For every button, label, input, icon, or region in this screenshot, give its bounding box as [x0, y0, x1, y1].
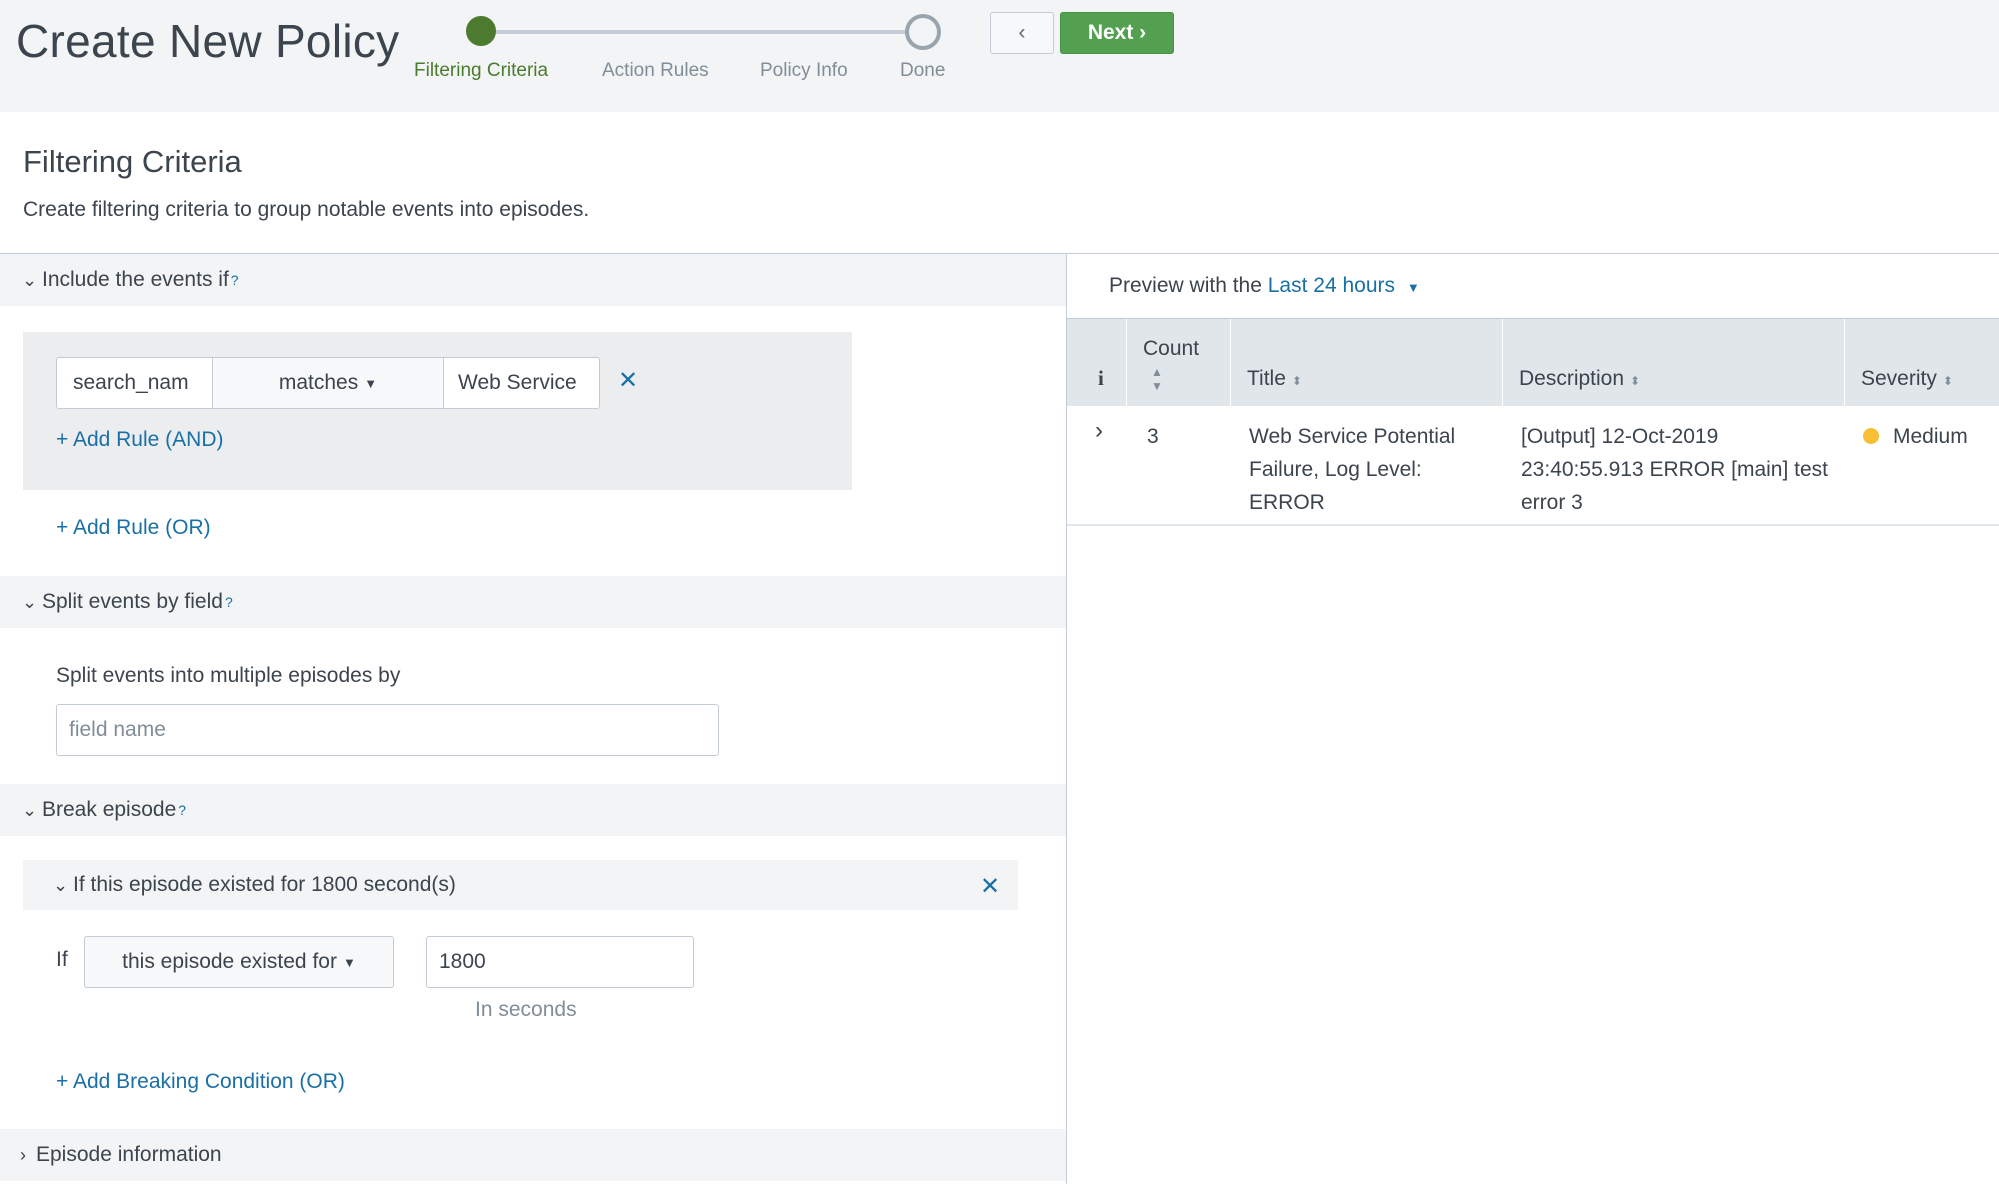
rule-value-input[interactable]: Web Service [443, 357, 600, 409]
row-severity-label: Medium [1893, 425, 1968, 448]
step-dot-filtering-criteria[interactable] [466, 16, 496, 46]
close-icon[interactable]: ✕ [980, 872, 1000, 901]
row-severity: Medium [1863, 420, 1968, 453]
section-title: Filtering Criteria [23, 144, 242, 179]
expand-row-icon[interactable]: › [1095, 414, 1103, 447]
add-breaking-condition-button[interactable]: + Add Breaking Condition (OR) [56, 1070, 345, 1094]
rule-operator-label: matches [278, 371, 359, 394]
sort-icon: ⬍ [1630, 374, 1641, 388]
step-label-done[interactable]: Done [900, 60, 945, 82]
next-button[interactable]: Next › [1060, 12, 1174, 54]
break-episode-title: Break episode [42, 798, 177, 821]
help-icon[interactable]: ? [178, 802, 186, 818]
split-events-label: Split events into multiple episodes by [56, 664, 401, 687]
time-range-picker[interactable]: Last 24 hours ▼ [1268, 274, 1420, 297]
chevron-down-icon: ⌄ [53, 874, 69, 895]
step-dot-done[interactable] [905, 14, 941, 50]
help-icon[interactable]: ? [225, 594, 233, 610]
breaking-condition-title: If this episode existed for 1800 second(… [73, 873, 456, 896]
duration-input[interactable] [426, 936, 694, 988]
preview-panel: Preview with the Last 24 hours ▼ i Count… [1067, 254, 1999, 1184]
chevron-down-icon: ⌄ [22, 799, 38, 820]
split-events-header[interactable]: ⌄ Split events by field ? [0, 576, 1066, 628]
column-info: i [1067, 319, 1127, 407]
preview-prefix: Preview with the [1109, 274, 1262, 297]
add-rule-and-button[interactable]: + Add Rule (AND) [56, 428, 224, 452]
column-title-label: Title ⬍ [1247, 367, 1302, 390]
step-label-filtering-criteria[interactable]: Filtering Criteria [414, 60, 548, 82]
break-episode-header[interactable]: ⌄ Break episode ? [0, 784, 1066, 836]
if-label: If [56, 948, 68, 971]
chevron-down-icon: ⌄ [22, 591, 38, 612]
info-icon: i [1098, 366, 1104, 390]
add-rule-or-button[interactable]: + Add Rule (OR) [56, 516, 211, 540]
column-severity-label: Severity ⬍ [1861, 367, 1953, 390]
row-count: 3 [1147, 425, 1159, 448]
column-description[interactable]: Description ⬍ [1503, 319, 1845, 407]
split-field-input[interactable] [56, 704, 719, 756]
wizard-stepper: Filtering Criteria Action Rules Policy I… [400, 8, 960, 98]
column-count-label: Count [1143, 337, 1200, 360]
step-label-action-rules[interactable]: Action Rules [602, 60, 709, 82]
criteria-panel: ⌄ Include the events if ? search_nam mat… [0, 254, 1066, 1184]
split-events-title: Split events by field [42, 590, 223, 613]
column-description-label: Description ⬍ [1519, 367, 1641, 390]
preview-range-row: Preview with the Last 24 hours ▼ [1109, 274, 1420, 298]
time-range-label: Last 24 hours [1267, 274, 1396, 297]
condition-type-select[interactable]: this episode existed for ▼ [84, 936, 394, 988]
page-title: Create New Policy [16, 15, 400, 67]
rule-operator-select[interactable]: matches ▼ [212, 357, 444, 409]
severity-dot [1863, 428, 1879, 444]
duration-hint: In seconds [475, 998, 577, 1021]
episode-information-title: Episode information [36, 1143, 222, 1166]
step-label-policy-info[interactable]: Policy Info [760, 60, 848, 82]
include-events-header[interactable]: ⌄ Include the events if ? [0, 254, 1066, 306]
sort-icon[interactable]: ▲ ▼ [1151, 365, 1163, 393]
include-events-title: Include the events if [42, 268, 229, 291]
episode-information-header[interactable]: › Episode information [0, 1129, 1066, 1181]
preview-table-header: i Count ▲ ▼ Title ⬍ Description ⬍ Severity ⬍ [1067, 318, 1999, 407]
breaking-condition-header[interactable]: ⌄ If this episode existed for 1800 secon… [23, 860, 1018, 910]
section-description: Create filtering criteria to group notab… [23, 198, 590, 221]
column-count[interactable]: Count ▲ ▼ [1127, 319, 1231, 407]
caret-down-icon: ▼ [364, 375, 378, 391]
row-description: [Output] 12-Oct-2019 23:40:55.913 ERROR … [1521, 425, 1828, 514]
column-title[interactable]: Title ⬍ [1231, 319, 1503, 407]
table-row[interactable]: › 3 Web Service Potential Failure, Log L… [1067, 406, 1999, 526]
caret-down-icon: ▼ [342, 954, 356, 970]
row-title: Web Service Potential Failure, Log Level… [1249, 425, 1456, 514]
page-header: Create New Policy Filtering Criteria Act… [0, 0, 1999, 112]
close-icon[interactable]: ✕ [618, 366, 638, 395]
chevron-down-icon: ⌄ [22, 269, 38, 290]
column-severity[interactable]: Severity ⬍ [1845, 319, 1999, 407]
caret-down-icon: ▼ [1406, 280, 1420, 295]
sort-icon: ⬍ [1942, 374, 1953, 388]
chevron-left-icon: ‹ [1018, 21, 1026, 44]
help-icon[interactable]: ? [231, 272, 239, 288]
stepper-track [480, 30, 925, 34]
sort-icon: ⬍ [1291, 374, 1302, 388]
condition-type-label: this episode existed for [122, 950, 337, 973]
rule-field-select[interactable]: search_nam [56, 357, 213, 409]
chevron-right-icon: › [20, 1144, 26, 1165]
rule-group: search_nam matches ▼ Web Service ✕ + Add… [23, 332, 852, 490]
previous-button[interactable]: ‹ [990, 12, 1054, 54]
